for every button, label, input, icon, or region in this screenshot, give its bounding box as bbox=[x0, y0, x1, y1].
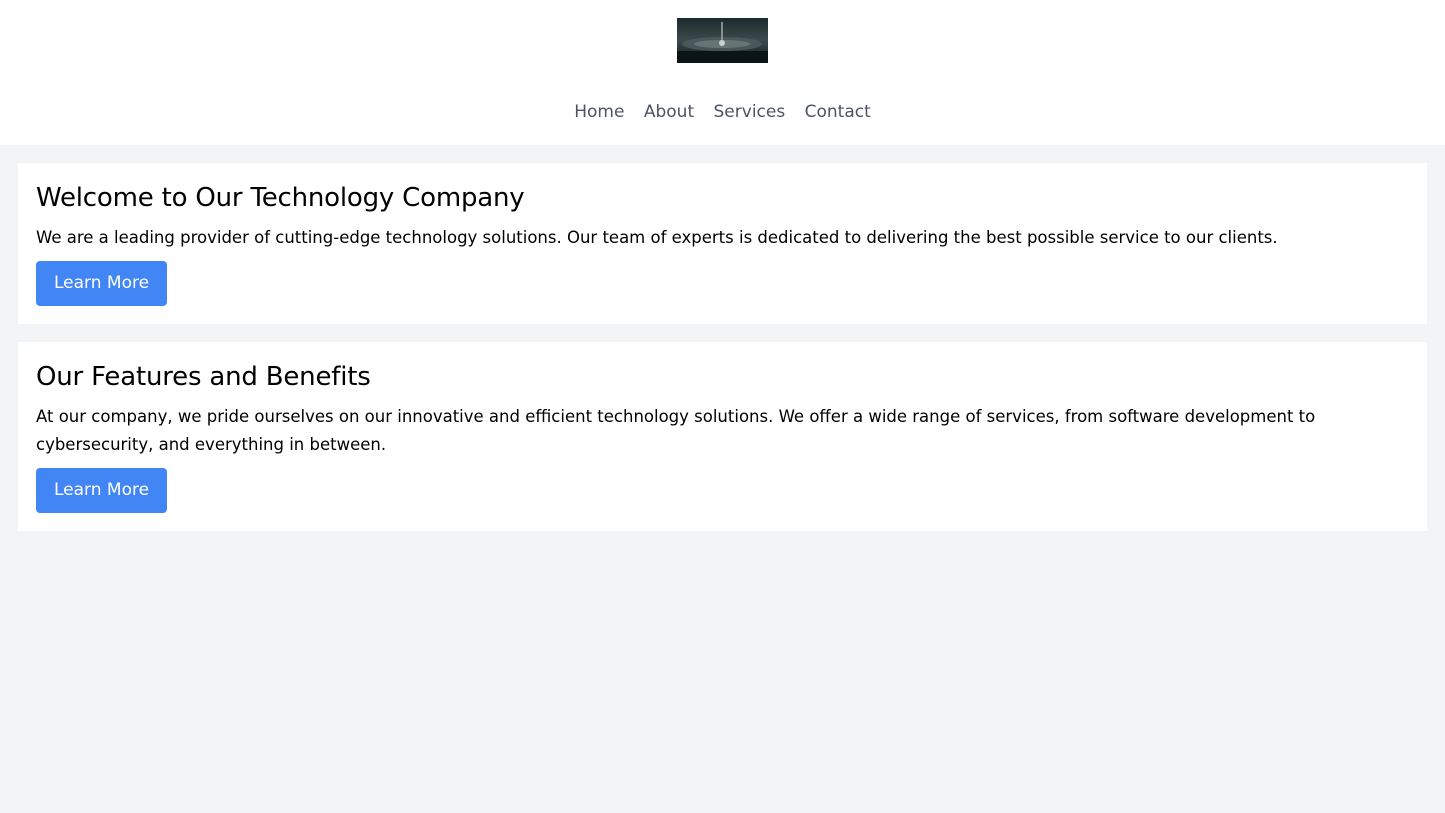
learn-more-button[interactable]: Learn More bbox=[36, 261, 168, 306]
site-header: Home About Services Contact bbox=[0, 0, 1445, 145]
main-nav: Home About Services Contact bbox=[0, 99, 1445, 125]
logo-image[interactable] bbox=[677, 18, 768, 63]
learn-more-button[interactable]: Learn More bbox=[36, 468, 168, 513]
features-title: Our Features and Benefits bbox=[36, 362, 371, 392]
nav-about-link[interactable]: About bbox=[644, 99, 694, 125]
nav-contact-link[interactable]: Contact bbox=[805, 99, 871, 125]
features-section: Our Features and Benefits At our company… bbox=[18, 342, 1427, 531]
features-text: At our company, we pride ourselves on ou… bbox=[36, 407, 1316, 454]
main-content: Welcome to Our Technology Company We are… bbox=[0, 145, 1445, 531]
nav-home-link[interactable]: Home bbox=[574, 99, 624, 125]
nav-services-link[interactable]: Services bbox=[714, 99, 786, 125]
welcome-title: Welcome to Our Technology Company bbox=[36, 183, 525, 213]
welcome-text: We are a leading provider of cutting-edg… bbox=[36, 228, 1278, 247]
welcome-section: Welcome to Our Technology Company We are… bbox=[18, 163, 1427, 324]
